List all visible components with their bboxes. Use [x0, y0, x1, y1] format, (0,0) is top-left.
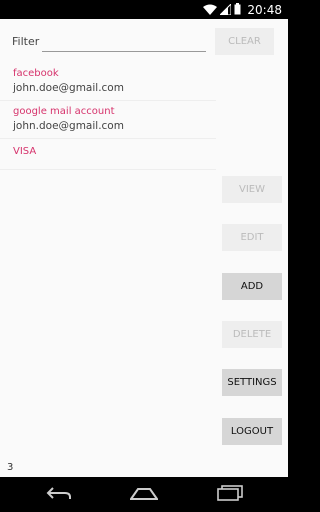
home-icon	[129, 485, 159, 504]
home-button[interactable]	[114, 477, 174, 512]
list-item[interactable]: google mail account john.doe@gmail.com	[0, 101, 216, 139]
clear-button[interactable]: CLEAR	[215, 28, 274, 55]
back-button[interactable]	[29, 477, 89, 512]
item-account: john.doe@gmail.com	[13, 120, 124, 132]
item-title: google mail account	[13, 106, 115, 117]
item-title: facebook	[13, 68, 59, 79]
status-bar: 20:48	[0, 0, 288, 19]
app-content: Filter CLEAR facebook john.doe@gmail.com…	[0, 19, 288, 477]
navigation-bar	[0, 477, 288, 512]
filter-input[interactable]	[42, 31, 206, 52]
battery-icon	[234, 0, 241, 19]
recent-apps-button[interactable]	[200, 477, 260, 512]
settings-button[interactable]: SETTINGS	[222, 369, 282, 396]
edit-button[interactable]: EDIT	[222, 224, 282, 251]
view-button[interactable]: VIEW	[222, 176, 282, 203]
recent-apps-icon	[217, 484, 243, 505]
status-icons: 20:48	[203, 1, 282, 18]
status-time: 20:48	[247, 2, 282, 17]
list-item[interactable]: facebook john.doe@gmail.com	[0, 63, 216, 101]
item-account: john.doe@gmail.com	[13, 82, 124, 94]
filter-label: Filter	[12, 35, 40, 48]
account-list: facebook john.doe@gmail.com google mail …	[0, 63, 216, 170]
wifi-icon	[203, 0, 218, 19]
back-icon	[46, 485, 72, 504]
list-item[interactable]: VISA	[0, 139, 216, 170]
item-title: VISA	[13, 146, 37, 157]
add-button[interactable]: ADD	[222, 273, 282, 300]
delete-button[interactable]: DELETE	[222, 321, 282, 348]
signal-icon	[219, 0, 232, 19]
item-count: 3	[7, 462, 14, 473]
logout-button[interactable]: LOGOUT	[222, 418, 282, 445]
